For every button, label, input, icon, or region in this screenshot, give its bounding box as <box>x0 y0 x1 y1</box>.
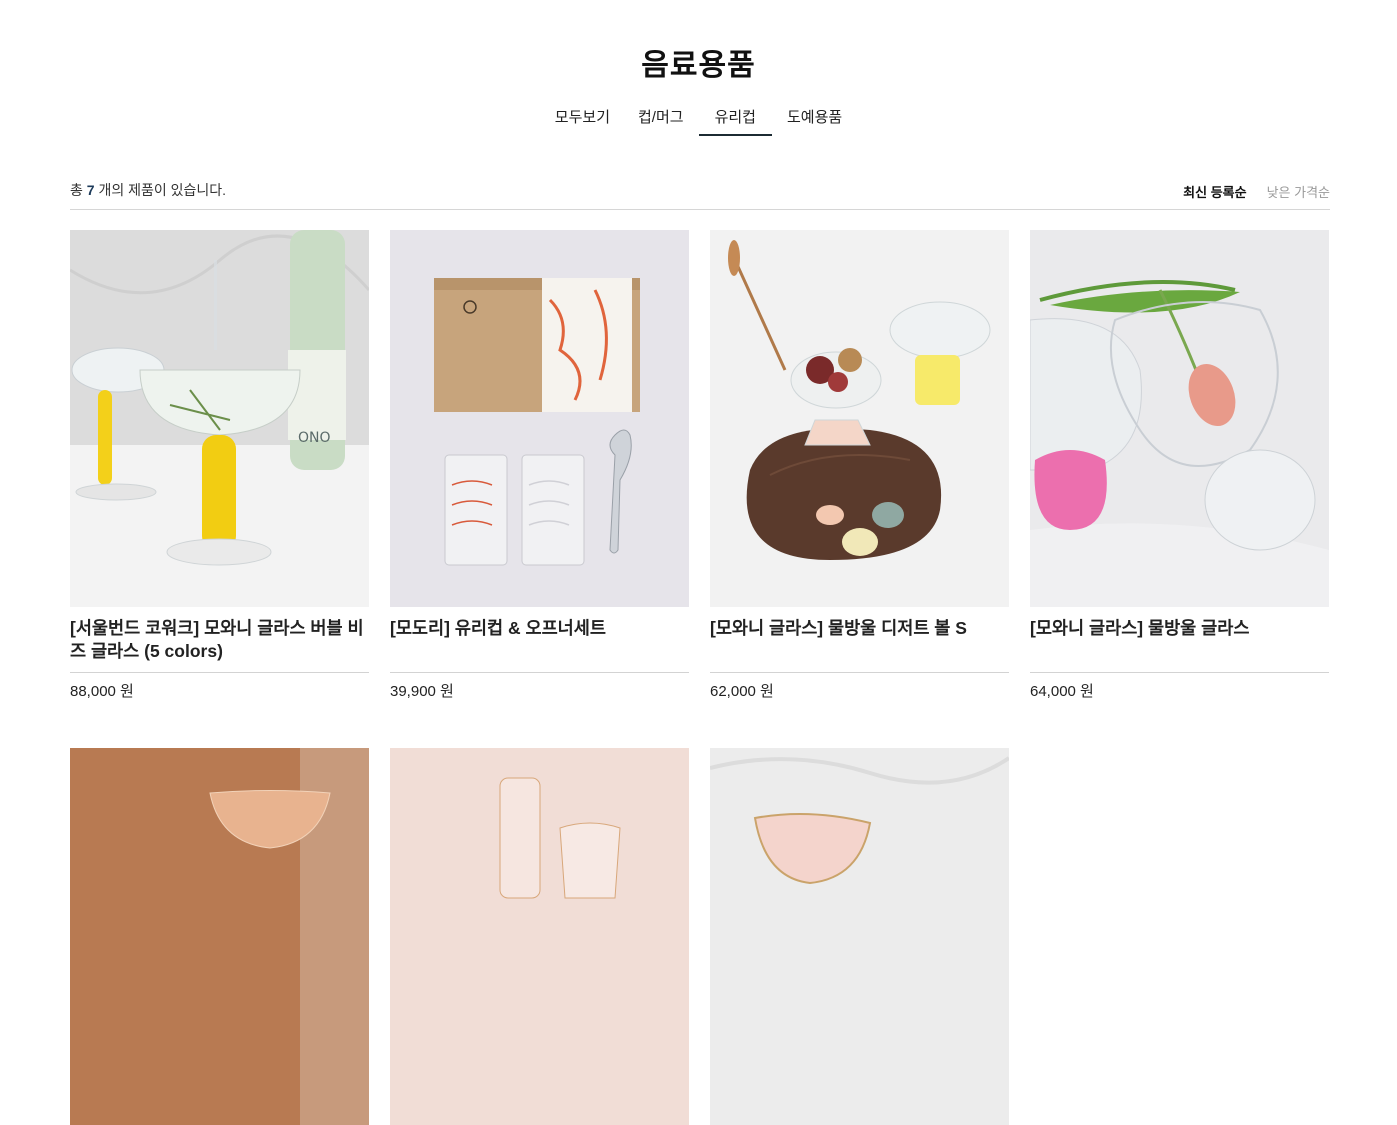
card-divider <box>710 672 1009 673</box>
card-divider <box>70 672 369 673</box>
product-name[interactable]: [모도리] 유리컵 & 오프너세트 <box>390 617 689 663</box>
sort-newest[interactable]: 최신 등록순 <box>1183 182 1246 201</box>
product-price: 88,000 원 <box>70 683 134 700</box>
product-price: 62,000 원 <box>710 683 774 700</box>
page-title: 음료용품 <box>641 49 756 82</box>
tab-all[interactable]: 모두보기 <box>555 104 610 136</box>
product-card[interactable]: ONO [서울번드 코워크] 모와니 글라스 버블 비즈 글라스 (5 colo… <box>70 230 369 701</box>
product-image[interactable] <box>70 748 369 1125</box>
product-image[interactable] <box>710 230 1009 607</box>
product-card[interactable] <box>390 748 689 1125</box>
sort-lowest-price[interactable]: 낮은 가격순 <box>1267 182 1330 201</box>
product-card[interactable] <box>70 748 369 1125</box>
product-count: 총 7 개의 제품이 있습니다. <box>70 180 226 200</box>
count-prefix: 총 <box>70 182 87 198</box>
product-price: 64,000 원 <box>1030 683 1094 700</box>
card-divider <box>390 672 689 673</box>
product-name[interactable]: [모와니 글라스] 물방울 글라스 <box>1030 617 1329 663</box>
product-name[interactable]: [모와니 글라스] 물방울 디저트 볼 S <box>710 617 1009 663</box>
bottle-label: ONO <box>298 430 331 446</box>
product-card[interactable]: [모와니 글라스] 물방울 디저트 볼 S 62,000 원 <box>710 230 1009 701</box>
product-card[interactable]: [모와니 글라스] 물방울 글라스 64,000 원 <box>1030 230 1329 701</box>
product-image[interactable] <box>1030 230 1329 607</box>
product-image[interactable] <box>710 748 1009 1125</box>
sort-options: 최신 등록순 낮은 가격순 <box>1183 182 1330 201</box>
product-card[interactable]: [모도리] 유리컵 & 오프너세트 39,900 원 <box>390 230 689 701</box>
count-suffix: 개의 제품이 있습니다. <box>94 182 227 198</box>
product-card[interactable] <box>710 748 1009 1125</box>
category-tabs: 모두보기 컵/머그 유리컵 도예용품 <box>0 104 1397 136</box>
product-name[interactable]: [서울번드 코워크] 모와니 글라스 버블 비즈 글라스 (5 colors) <box>70 617 369 663</box>
product-price: 39,900 원 <box>390 683 454 700</box>
tab-cup-mug[interactable]: 컵/머그 <box>638 104 684 136</box>
product-image[interactable] <box>390 748 689 1125</box>
divider <box>70 209 1330 210</box>
product-image[interactable] <box>390 230 689 607</box>
card-divider <box>1030 672 1329 673</box>
tab-glass[interactable]: 유리컵 <box>698 104 772 136</box>
count-value: 7 <box>86 182 95 198</box>
tab-ceramics[interactable]: 도예용품 <box>787 104 842 136</box>
product-image[interactable]: ONO <box>70 230 369 607</box>
